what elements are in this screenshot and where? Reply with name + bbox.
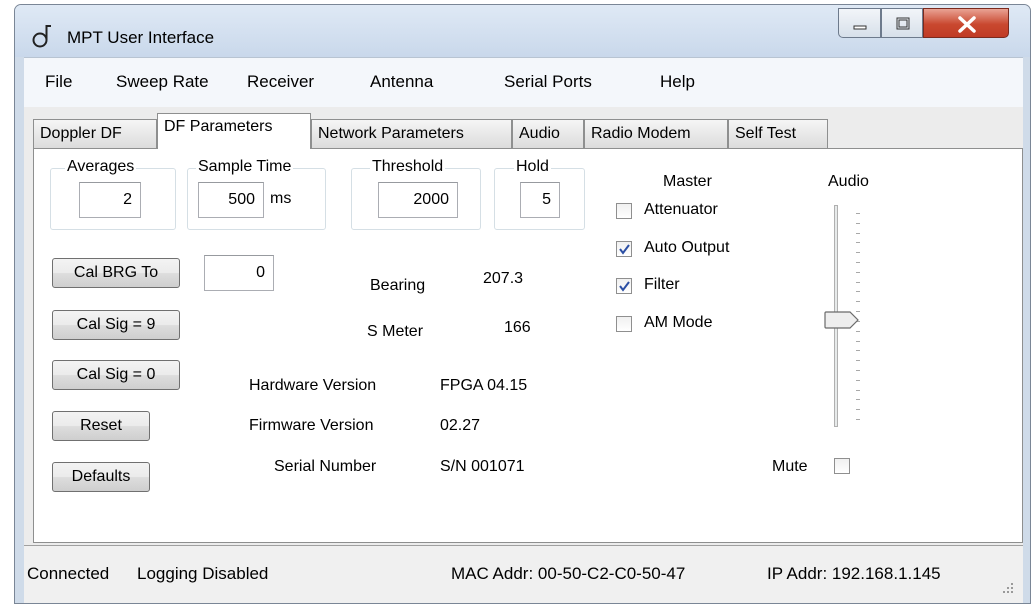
hardware-version-value: FPGA 04.15 — [440, 377, 528, 394]
cal-brg-button[interactable]: Cal BRG To — [52, 258, 180, 288]
slider-tick — [856, 213, 860, 214]
title-bar[interactable]: MPT User Interface — [15, 5, 1030, 57]
am-mode-label: AM Mode — [644, 314, 713, 331]
slider-tick — [856, 222, 860, 224]
slider-tick — [856, 350, 860, 352]
filter-label: Filter — [644, 276, 680, 293]
mute-checkbox[interactable] — [834, 458, 850, 474]
s-meter-label: S Meter — [367, 323, 424, 340]
am-mode-checkbox[interactable] — [616, 316, 632, 332]
slider-tick — [856, 301, 860, 303]
slider-tick — [856, 281, 860, 283]
menu-serial-ports[interactable]: Serial Ports — [504, 72, 592, 92]
check-icon — [619, 281, 630, 292]
cal-sig-9-button[interactable]: Cal Sig = 9 — [52, 310, 180, 340]
reset-button[interactable]: Reset — [52, 411, 150, 441]
attenuator-checkbox[interactable] — [616, 203, 632, 219]
tab-df-parameters[interactable]: DF Parameters — [157, 113, 311, 149]
tab-doppler-df[interactable]: Doppler DF — [33, 119, 157, 148]
sample-time-group: Sample Time 500 ms — [187, 158, 326, 230]
tab-container: Doppler DF DF Parameters Network Paramet… — [24, 107, 1023, 545]
auto-output-checkbox[interactable] — [616, 241, 632, 257]
attenuator-label: Attenuator — [644, 201, 718, 218]
tab-radio-modem[interactable]: Radio Modem — [584, 119, 728, 148]
sample-time-input[interactable]: 500 — [198, 182, 264, 218]
cal-brg-input[interactable]: 0 — [204, 255, 274, 291]
threshold-group: Threshold 2000 — [351, 158, 481, 230]
tab-network-parameters[interactable]: Network Parameters — [311, 119, 512, 148]
slider-tick — [856, 389, 860, 391]
averages-input[interactable]: 2 — [79, 182, 141, 218]
slider-tick — [856, 379, 860, 381]
menu-bar: File Sweep Rate Receiver Antenna Serial … — [24, 57, 1023, 107]
tab-audio[interactable]: Audio — [512, 119, 584, 148]
slider-tick — [856, 360, 860, 362]
tab-self-test[interactable]: Self Test — [728, 119, 828, 148]
auto-output-label: Auto Output — [644, 239, 730, 256]
mac-address: MAC Addr: 00-50-C2-C0-50-47 — [451, 564, 686, 583]
firmware-version-value: 02.27 — [440, 417, 481, 434]
threshold-label: Threshold — [370, 158, 446, 176]
resize-grip-icon[interactable] — [1001, 581, 1015, 595]
menu-antenna[interactable]: Antenna — [370, 72, 433, 92]
serial-number-label: Serial Number — [274, 458, 377, 475]
menu-help[interactable]: Help — [660, 72, 695, 92]
serial-number-value: S/N 001071 — [440, 458, 525, 475]
mute-label: Mute — [772, 458, 808, 475]
menu-receiver[interactable]: Receiver — [247, 72, 314, 92]
status-bar: Connected Logging Disabled MAC Addr: 00-… — [24, 545, 1023, 603]
sample-time-unit: ms — [270, 190, 292, 207]
threshold-input[interactable]: 2000 — [378, 182, 458, 218]
cal-sig-0-button[interactable]: Cal Sig = 0 — [52, 360, 180, 390]
firmware-version-label: Firmware Version — [249, 417, 374, 434]
s-meter-value: 166 — [504, 319, 531, 336]
slider-tick — [856, 242, 860, 244]
averages-group: Averages 2 — [50, 158, 176, 230]
averages-label: Averages — [65, 158, 137, 176]
filter-checkbox[interactable] — [616, 278, 632, 294]
bearing-label: Bearing — [370, 277, 426, 294]
bearing-value: 207.3 — [483, 270, 524, 287]
hardware-version-label: Hardware Version — [249, 377, 377, 394]
minimize-button[interactable] — [838, 8, 881, 38]
defaults-button[interactable]: Defaults — [52, 462, 150, 492]
df-parameters-panel: Averages 2 Sample Time 500 ms Threshold … — [33, 148, 1023, 543]
slider-tick — [856, 340, 860, 342]
hold-input[interactable]: 5 — [520, 182, 560, 218]
window-title: MPT User Interface — [67, 28, 215, 47]
menu-file[interactable]: File — [45, 72, 72, 92]
logging-status: Logging Disabled — [137, 564, 269, 583]
app-logo-icon — [32, 25, 51, 48]
close-icon — [958, 16, 976, 33]
hold-group: Hold 5 — [494, 158, 585, 230]
sample-time-label: Sample Time — [196, 158, 294, 176]
audio-label: Audio — [828, 173, 869, 190]
maximize-icon — [896, 17, 910, 30]
check-icon — [619, 244, 630, 255]
slider-thumb-icon[interactable] — [824, 311, 860, 329]
slider-tick — [856, 262, 860, 264]
maximize-button[interactable] — [881, 8, 923, 38]
app-window: MPT User Interface File Sweep Rate Recei… — [14, 4, 1031, 604]
connection-status: Connected — [27, 564, 110, 583]
menu-sweep-rate[interactable]: Sweep Rate — [116, 72, 209, 92]
slider-tick — [856, 291, 860, 293]
slider-tick — [856, 232, 860, 234]
slider-tick — [856, 399, 860, 401]
minimize-icon — [853, 25, 867, 30]
close-button[interactable] — [923, 8, 1009, 38]
slider-tick — [856, 369, 860, 371]
slider-tick — [856, 271, 860, 273]
slider-tick — [856, 330, 860, 332]
slider-tick — [856, 409, 860, 411]
master-label: Master — [663, 173, 712, 190]
hold-label: Hold — [514, 158, 551, 176]
slider-tick — [856, 252, 860, 254]
ip-address: IP Addr: 192.168.1.145 — [767, 564, 941, 583]
slider-tick — [856, 419, 860, 420]
